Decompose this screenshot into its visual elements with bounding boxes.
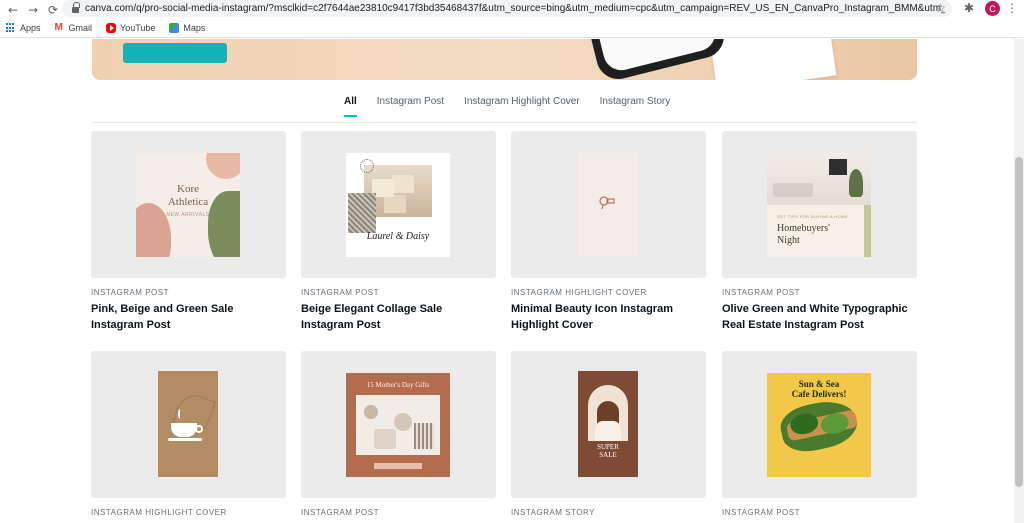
template-preview: Kore Athletica NEW ARRIVALS bbox=[136, 153, 240, 257]
template-kind: INSTAGRAM HIGHLIGHT COVER bbox=[91, 508, 227, 517]
apps-icon bbox=[6, 23, 16, 33]
maps-icon bbox=[169, 23, 180, 33]
bookmark-label: Maps bbox=[183, 23, 206, 33]
bookmark-star-icon[interactable]: ☆ bbox=[935, 1, 946, 15]
preview-text: Homebuyers' bbox=[777, 223, 830, 234]
preview-text: Night bbox=[777, 235, 800, 246]
tabs-divider bbox=[92, 122, 917, 123]
template-kind: INSTAGRAM STORY bbox=[511, 508, 595, 517]
url-text[interactable]: canva.com/q/pro-social-media-instagram/?… bbox=[85, 3, 945, 14]
template-kind: INSTAGRAM HIGHLIGHT COVER bbox=[511, 288, 647, 297]
template-card[interactable]: Kore Athletica NEW ARRIVALS INSTAGRAM POS… bbox=[91, 131, 286, 333]
bookmark-label: YouTube bbox=[120, 23, 156, 33]
extensions-icon[interactable]: ✱ bbox=[964, 1, 974, 15]
template-title[interactable]: Minimal Beauty Icon Instagram Highlight … bbox=[511, 301, 706, 333]
template-preview: Laurel & Daisy bbox=[346, 153, 450, 257]
preview-text: 15 Mother's Day Gifts bbox=[366, 381, 430, 389]
browser-menu-icon[interactable]: ⋮ bbox=[1006, 1, 1018, 15]
hero-banner bbox=[92, 39, 917, 80]
hero-cta-button[interactable] bbox=[123, 43, 227, 63]
lock-icon bbox=[72, 1, 80, 13]
template-card[interactable]: SUPER SALE INSTAGRAM STORY bbox=[511, 351, 706, 517]
browser-toolbar: ← → ⟳ canva.com/q/pro-social-media-insta… bbox=[0, 0, 1024, 19]
template-kind: INSTAGRAM POST bbox=[91, 288, 169, 297]
template-preview bbox=[158, 371, 218, 477]
template-card[interactable]: 15 Mother's Day Gifts INSTAGRAM POST bbox=[301, 351, 496, 517]
bookmark-label: Gmail bbox=[68, 23, 93, 33]
hair-dryer-icon bbox=[599, 196, 615, 209]
template-card[interactable]: Sun & Sea Cafe Delivers! INSTAGRAM POST bbox=[722, 351, 917, 517]
template-preview: GET TIPS FOR BUYING A HOME Homebuyers' Ni… bbox=[767, 153, 871, 257]
address-bar[interactable]: canva.com/q/pro-social-media-instagram/?… bbox=[62, 0, 952, 17]
template-kind: INSTAGRAM POST bbox=[301, 288, 379, 297]
preview-text: GET TIPS FOR BUYING A HOME bbox=[777, 214, 848, 219]
template-preview: SUPER SALE bbox=[578, 371, 638, 477]
template-preview bbox=[578, 153, 638, 257]
preview-text: SALE bbox=[599, 451, 617, 459]
hero-paper-image bbox=[707, 39, 837, 80]
gmail-icon: M bbox=[54, 22, 63, 33]
bookmark-youtube[interactable]: YouTube bbox=[106, 23, 155, 33]
preview-text: Kore bbox=[177, 183, 199, 195]
bookmark-maps[interactable]: Maps bbox=[169, 23, 205, 33]
template-card[interactable]: INSTAGRAM HIGHLIGHT COVER bbox=[91, 351, 286, 517]
back-icon[interactable]: ← bbox=[6, 3, 20, 17]
preview-text: NEW ARRIVALS bbox=[166, 212, 210, 218]
page-scrollbar[interactable] bbox=[1014, 39, 1024, 523]
tab-all[interactable]: All bbox=[344, 96, 357, 117]
preview-text: Athletica bbox=[167, 196, 209, 208]
tab-instagram-post[interactable]: Instagram Post bbox=[377, 96, 444, 117]
bookmark-label: Apps bbox=[20, 23, 41, 33]
preview-text: SUPER bbox=[597, 443, 619, 451]
reload-icon[interactable]: ⟳ bbox=[46, 3, 60, 17]
template-preview: Sun & Sea Cafe Delivers! bbox=[767, 373, 871, 477]
template-preview: 15 Mother's Day Gifts bbox=[346, 373, 450, 477]
template-title[interactable]: Olive Green and White Typographic Real E… bbox=[722, 301, 917, 333]
template-kind: INSTAGRAM POST bbox=[722, 508, 800, 517]
template-thumbnail[interactable]: Kore Athletica NEW ARRIVALS bbox=[91, 131, 286, 278]
template-card[interactable]: GET TIPS FOR BUYING A HOME Homebuyers' Ni… bbox=[722, 131, 917, 333]
preview-text: Laurel & Daisy bbox=[366, 231, 430, 242]
template-thumbnail[interactable]: Laurel & Daisy bbox=[301, 131, 496, 278]
template-kind: INSTAGRAM POST bbox=[301, 508, 379, 517]
tab-instagram-story[interactable]: Instagram Story bbox=[600, 96, 671, 117]
category-tabs: All Instagram Post Instagram Highlight C… bbox=[344, 96, 690, 122]
template-kind: INSTAGRAM POST bbox=[722, 288, 800, 297]
template-thumbnail[interactable] bbox=[511, 131, 706, 278]
template-card[interactable]: INSTAGRAM HIGHLIGHT COVER Minimal Beauty… bbox=[511, 131, 706, 333]
template-card[interactable]: Laurel & Daisy INSTAGRAM POST Beige Eleg… bbox=[301, 131, 496, 333]
coffee-cup-icon bbox=[171, 423, 197, 437]
youtube-icon bbox=[106, 23, 117, 33]
bookmark-gmail[interactable]: M Gmail bbox=[54, 22, 93, 34]
tab-instagram-highlight-cover[interactable]: Instagram Highlight Cover bbox=[464, 96, 580, 117]
bookmark-apps[interactable]: Apps bbox=[6, 23, 41, 33]
template-thumbnail[interactable]: GET TIPS FOR BUYING A HOME Homebuyers' Ni… bbox=[722, 131, 917, 278]
template-thumbnail[interactable]: Sun & Sea Cafe Delivers! bbox=[722, 351, 917, 498]
template-thumbnail[interactable]: SUPER SALE bbox=[511, 351, 706, 498]
hero-phone-image bbox=[585, 39, 729, 80]
template-thumbnail[interactable]: 15 Mother's Day Gifts bbox=[301, 351, 496, 498]
template-title[interactable]: Beige Elegant Collage Sale Instagram Pos… bbox=[301, 301, 496, 333]
preview-text: Sun & Sea bbox=[798, 379, 840, 389]
bookmarks-bar: Apps M Gmail YouTube Maps bbox=[0, 19, 1024, 38]
template-thumbnail[interactable] bbox=[91, 351, 286, 498]
page-content: All Instagram Post Instagram Highlight C… bbox=[0, 39, 1024, 523]
forward-icon[interactable]: → bbox=[26, 3, 40, 17]
profile-avatar[interactable]: C bbox=[985, 1, 1000, 16]
scrollbar-thumb[interactable] bbox=[1015, 157, 1023, 487]
preview-text: Cafe Delivers! bbox=[791, 389, 847, 399]
template-title[interactable]: Pink, Beige and Green Sale Instagram Pos… bbox=[91, 301, 286, 333]
